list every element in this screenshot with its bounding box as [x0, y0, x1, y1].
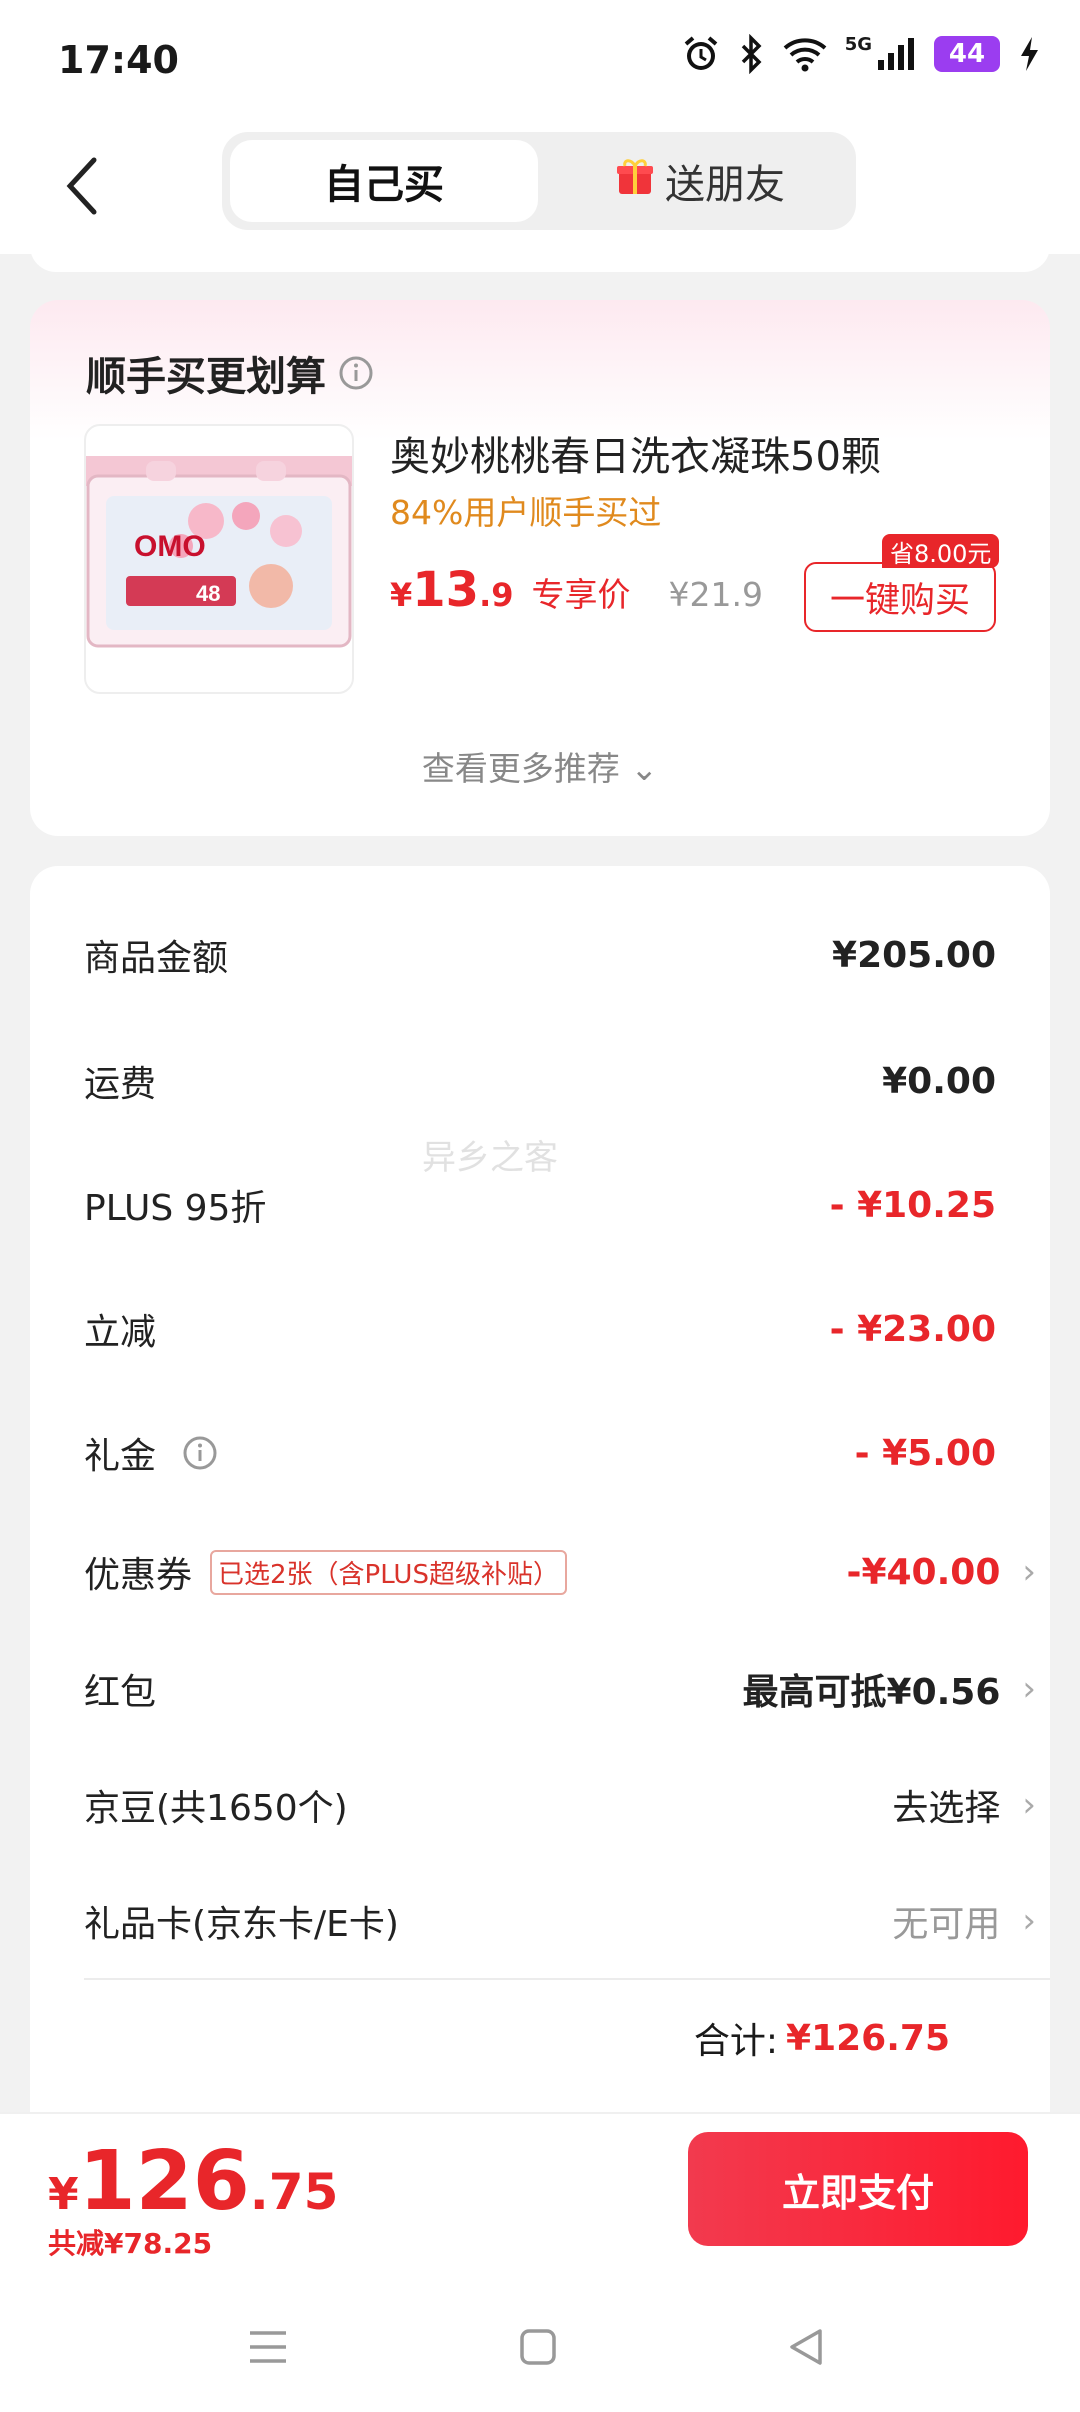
price-decimal: .9 [479, 576, 514, 614]
coupon-selected-tag: 已选2张（含PLUS超级补贴） [210, 1549, 567, 1595]
tab-switcher: 自己买 送朋友 [222, 132, 856, 230]
product-image-badge: 48 [196, 581, 220, 606]
price-detail-card: 商品金额 ¥205.00 运费 ¥0.00 PLUS 95折 - ¥10.25 … [30, 866, 1050, 2146]
tab-gift-label: 送朋友 [665, 162, 785, 208]
row-label-text: 礼金 [84, 1436, 157, 1477]
row-value: 无可用 › [892, 1895, 1036, 1947]
row-label: 礼品卡(京东卡/E卡) [84, 1904, 399, 1945]
subtotal-label: 合计: [693, 2021, 779, 2062]
row-label: 商品金额 [84, 938, 229, 979]
header: 自己买 送朋友 [0, 124, 1080, 254]
subtotal-value: ¥126.75 [786, 2017, 950, 2059]
row-value: - ¥23.00 [829, 1308, 996, 1350]
watermark: 异乡之客 [422, 1138, 558, 1178]
product-image-brand: OMO [134, 530, 206, 563]
back-arrow-icon [66, 157, 97, 215]
subtotal-row: 合计: ¥126.75 [694, 2012, 950, 2064]
divider [84, 1978, 1050, 1980]
original-price: ¥21.9 [668, 575, 763, 614]
row-value-text: 最高可抵¥0.56 [742, 1672, 1001, 1713]
status-icons: 5G 44 [681, 34, 1040, 74]
row-value: ¥0.00 [882, 1060, 996, 1102]
previous-card-edge [30, 236, 1050, 272]
network-label: 5G [844, 33, 872, 55]
checkout-bar: ¥ 126 .75 共减¥78.25 立即支付 [0, 2112, 1080, 2278]
battery-icon: 44 [934, 36, 1000, 72]
row-value-text: 去选择 [892, 1788, 1001, 1829]
total-price-integer: 126 [78, 2134, 250, 2229]
row-label: 红包 [84, 1672, 157, 1713]
row-label: 京豆(共1650个) [84, 1788, 348, 1829]
status-bar: 17:40 5G 44 [0, 0, 1080, 124]
row-label: 运费 [84, 1064, 157, 1105]
row-gift-money: 礼金 - ¥5.00 [84, 1418, 996, 1488]
menu-icon[interactable] [238, 2322, 298, 2372]
charging-icon [1018, 35, 1040, 73]
row-value: ¥205.00 [832, 934, 996, 976]
see-more-link[interactable]: 查看更多推荐 ⌄ [30, 742, 1050, 790]
row-instant-discount: 立减 - ¥23.00 [84, 1294, 996, 1364]
row-value-text: -¥40.00 [846, 1551, 1001, 1593]
tab-self-buy[interactable]: 自己买 [230, 140, 538, 222]
back-triangle-icon[interactable] [776, 2322, 836, 2372]
signal-icon [876, 36, 916, 72]
row-value: 去选择 › [892, 1779, 1036, 1831]
price-integer: 13 [412, 562, 480, 618]
product-price: ¥ 13 .9 专享价 ¥21.9 [390, 562, 763, 618]
total-price: ¥ 126 .75 [48, 2134, 338, 2229]
row-label: 礼金 [84, 1427, 218, 1479]
recommend-card: 顺手买更划算 OMO 48 奥妙桃桃春日洗衣凝珠50颗 84%用户顺手买过 ¥ … [30, 300, 1050, 836]
price-symbol: ¥ [390, 576, 413, 614]
row-red-packet[interactable]: 红包 最高可抵¥0.56 › [84, 1654, 1036, 1724]
status-time: 17:40 [58, 38, 179, 82]
save-badge: 省8.00元 [882, 534, 1000, 568]
product-name[interactable]: 奥妙桃桃春日洗衣凝珠50颗 [390, 424, 881, 482]
row-shipping: 运费 ¥0.00 [84, 1046, 996, 1116]
chevron-right-icon: › [1022, 1552, 1036, 1592]
alarm-icon [681, 34, 721, 74]
total-price-decimal: .75 [249, 2163, 339, 2221]
chevron-right-icon: › [1022, 1901, 1036, 1941]
bluetooth-icon [739, 34, 765, 74]
row-value: - ¥5.00 [854, 1432, 996, 1474]
row-value-text: 无可用 [892, 1904, 1001, 1945]
wifi-icon [783, 36, 827, 72]
row-label-text: 优惠券 [84, 1555, 193, 1596]
row-label: PLUS 95折 [84, 1188, 267, 1229]
row-label: 立减 [84, 1312, 157, 1353]
product-image[interactable]: OMO 48 [84, 424, 354, 694]
pay-now-button[interactable]: 立即支付 [688, 2132, 1028, 2246]
back-button[interactable] [52, 146, 112, 226]
system-nav-bar [0, 2276, 1080, 2412]
gift-icon [615, 156, 655, 206]
row-label: 优惠券 已选2张（含PLUS超级补贴） [84, 1546, 567, 1598]
row-value: - ¥10.25 [829, 1184, 996, 1226]
tab-gift-friend[interactable]: 送朋友 [552, 140, 848, 222]
price-tag: 专享价 [531, 575, 631, 614]
info-icon[interactable] [182, 1435, 218, 1471]
total-price-symbol: ¥ [48, 2169, 79, 2220]
product-popularity: 84%用户顺手买过 [390, 493, 662, 532]
total-saved: 共减¥78.25 [48, 2227, 213, 2260]
recommend-title-text: 顺手买更划算 [86, 354, 326, 400]
chevron-right-icon: › [1022, 1785, 1036, 1825]
chevron-right-icon: › [1022, 1669, 1036, 1709]
info-icon[interactable] [338, 355, 374, 391]
row-coupon[interactable]: 优惠券 已选2张（含PLUS超级补贴） -¥40.00 › [84, 1537, 1036, 1607]
one-click-buy-button[interactable]: 一键购买 [804, 562, 996, 632]
row-value: -¥40.00 › [847, 1552, 1036, 1593]
recommend-title: 顺手买更划算 [86, 344, 374, 402]
row-plus-discount: PLUS 95折 - ¥10.25 [84, 1170, 996, 1240]
row-gift-card[interactable]: 礼品卡(京东卡/E卡) 无可用 › [84, 1886, 1036, 1956]
row-value: 最高可抵¥0.56 › [743, 1663, 1036, 1715]
row-jd-beans[interactable]: 京豆(共1650个) 去选择 › [84, 1770, 1036, 1840]
row-goods-amount: 商品金额 ¥205.00 [84, 920, 996, 990]
home-icon[interactable] [508, 2322, 568, 2372]
